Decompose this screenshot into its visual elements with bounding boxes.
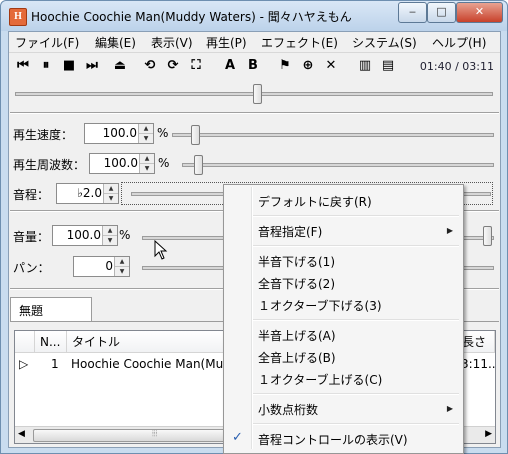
eject-icon[interactable]: ⏏ — [110, 56, 130, 76]
spin-up-icon[interactable]: ▲ — [103, 226, 117, 236]
frequency-label: 再生周波数： — [13, 158, 86, 172]
now-playing-icon: ▷ — [19, 357, 29, 371]
checkmark-icon: ✓ — [232, 430, 243, 445]
toolbar: ⏮ ⏸ ■ ⏭ ⏏ ⟲ ⟳ ⛶ A B ⚑ ⊕ ✕ ▥ ▤ 01:40 / 03… — [9, 52, 500, 80]
rewind-icon[interactable]: ⟲ — [140, 56, 160, 76]
spin-down-icon[interactable]: ▼ — [139, 134, 153, 143]
menu-bar: ファイル(F) 編集(E) 表示(V) 再生(P) エフェクト(E) システム(… — [9, 32, 500, 52]
scroll-right-icon[interactable]: ▶ — [485, 429, 492, 439]
menu-system[interactable]: システム(S) — [352, 34, 417, 51]
menu-item-set-pitch[interactable]: 音程指定(F) — [258, 223, 322, 240]
submenu-arrow-icon: ▶ — [446, 226, 453, 235]
pitch-spinbox[interactable]: ♭2.0 ▲ ▼ — [56, 183, 119, 204]
marker-a-button[interactable]: A — [220, 56, 240, 76]
menu-effect[interactable]: エフェクト(E) — [261, 34, 338, 51]
pitch-context-menu: デフォルトに戻す(R) 音程指定(F) ▶ 半音下げる(1) 全音下げる(2) … — [223, 184, 464, 454]
menu-help[interactable]: ヘルプ(H) — [432, 34, 486, 51]
volume-unit: % — [119, 228, 131, 242]
pitch-value: ♭2.0 — [77, 186, 102, 200]
spin-up-icon[interactable]: ▲ — [115, 257, 129, 267]
previous-track-icon[interactable]: ⏮ — [13, 56, 33, 76]
app-icon[interactable]: H — [9, 8, 27, 26]
position-slider-thumb[interactable] — [253, 84, 263, 104]
menu-separator — [253, 393, 459, 395]
menu-item-semitone-down[interactable]: 半音下げる(1) — [258, 253, 335, 270]
spin-down-icon[interactable]: ▼ — [140, 164, 154, 173]
spin-up-icon[interactable]: ▲ — [139, 124, 153, 134]
close-button[interactable]: ✕ — [456, 2, 503, 23]
pause-icon[interactable]: ⏸ — [36, 56, 56, 76]
menu-item-decimal-places[interactable]: 小数点桁数 — [258, 401, 318, 418]
menu-item-reset-default[interactable]: デフォルトに戻す(R) — [258, 193, 372, 210]
menu-separator — [253, 215, 459, 217]
title-bar[interactable]: H Hoochie Coochie Man(Muddy Waters) - 聞々… — [1, 1, 507, 31]
menu-item-wholetone-down[interactable]: 全音下げる(2) — [258, 275, 335, 292]
frequency-spinbox[interactable]: 100.0 ▲ ▼ — [89, 153, 155, 174]
menu-edit[interactable]: 編集(E) — [95, 34, 136, 51]
playlist-tab-label: 無題 — [19, 304, 44, 318]
add-marker-icon[interactable]: ⊕ — [298, 56, 318, 76]
volume-label: 音量： — [13, 230, 50, 244]
view-rows-icon[interactable]: ▤ — [378, 56, 398, 76]
speed-unit: % — [157, 126, 169, 140]
speed-spinbox[interactable]: 100.0 ▲ ▼ — [84, 123, 154, 144]
pitch-label: 音程： — [13, 188, 50, 202]
column-header-number[interactable]: N... — [35, 331, 67, 353]
speed-slider-thumb[interactable] — [190, 125, 200, 145]
time-display: 01:40 / 03:11 — [419, 60, 494, 73]
spin-down-icon[interactable]: ▼ — [115, 267, 129, 276]
menu-view[interactable]: 表示(V) — [151, 34, 193, 51]
stop-icon[interactable]: ■ — [59, 56, 79, 76]
fullscreen-icon[interactable]: ⛶ — [186, 56, 206, 76]
spin-down-icon[interactable]: ▼ — [104, 194, 118, 203]
spin-up-icon[interactable]: ▲ — [140, 154, 154, 164]
frequency-track[interactable] — [182, 163, 494, 167]
menu-separator — [253, 319, 459, 321]
menu-separator — [253, 423, 459, 425]
next-track-icon[interactable]: ⏭ — [82, 56, 102, 76]
menu-separator — [253, 245, 459, 247]
scroll-left-icon[interactable]: ◀ — [18, 429, 25, 439]
volume-value: 100.0 — [66, 228, 101, 242]
menu-item-wholetone-up[interactable]: 全音上げる(B) — [258, 349, 336, 366]
marker-b-button[interactable]: B — [243, 56, 263, 76]
separator — [10, 112, 499, 114]
menu-item-octave-up[interactable]: １オクターブ上げる(C) — [258, 371, 382, 388]
volume-slider-thumb[interactable] — [483, 226, 492, 246]
menu-gutter — [251, 187, 253, 449]
column-header-marker[interactable] — [15, 331, 35, 353]
view-columns-icon[interactable]: ▥ — [355, 56, 375, 76]
volume-spinbox[interactable]: 100.0 ▲ ▼ — [52, 225, 118, 246]
speed-track[interactable] — [172, 133, 494, 137]
speed-label: 再生速度： — [13, 128, 74, 142]
flag-icon[interactable]: ⚑ — [275, 56, 295, 76]
frequency-value: 100.0 — [103, 156, 138, 170]
menu-play[interactable]: 再生(P) — [206, 34, 247, 51]
maximize-button[interactable]: □ — [427, 2, 456, 23]
minimize-button[interactable]: ‒ — [398, 2, 427, 23]
delete-marker-icon[interactable]: ✕ — [321, 56, 341, 76]
playlist-tab[interactable]: 無題 — [10, 297, 92, 322]
menu-file[interactable]: ファイル(F) — [15, 34, 79, 51]
pan-label: パン： — [13, 261, 50, 275]
spin-up-icon[interactable]: ▲ — [104, 184, 118, 194]
submenu-arrow-icon: ▶ — [446, 404, 453, 413]
menu-item-octave-down[interactable]: １オクターブ下げる(3) — [258, 297, 382, 314]
menu-item-semitone-up[interactable]: 半音上げる(A) — [258, 327, 336, 344]
scroll-grip-icon: ⦙⦙⦙ — [152, 429, 158, 438]
spin-down-icon[interactable]: ▼ — [103, 236, 117, 245]
pan-spinbox[interactable]: 0 ▲ ▼ — [73, 256, 130, 277]
speed-value: 100.0 — [102, 126, 137, 140]
pan-value: 0 — [105, 259, 113, 273]
window-title: Hoochie Coochie Man(Muddy Waters) - 聞々ハヤ… — [31, 10, 352, 24]
row-number[interactable]: 1 — [51, 357, 59, 371]
frequency-slider-thumb[interactable] — [194, 155, 204, 175]
mouse-pointer-icon — [154, 240, 168, 260]
menu-item-show-pitch-control[interactable]: 音程コントロールの表示(V) — [258, 431, 408, 448]
forward-icon[interactable]: ⟳ — [163, 56, 183, 76]
row-length[interactable]: 3:11... — [461, 357, 495, 371]
frequency-unit: % — [158, 156, 170, 170]
